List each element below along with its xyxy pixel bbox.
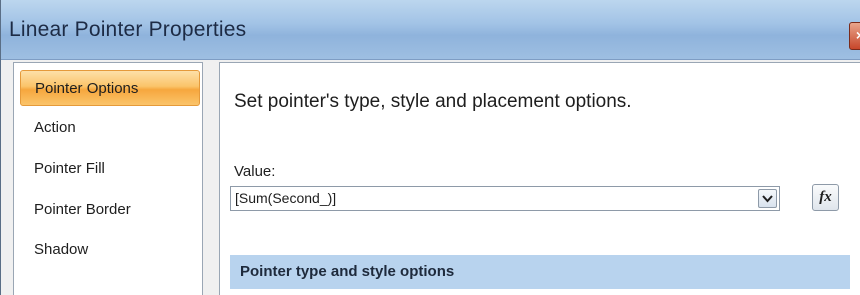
sidebar-item-pointer-options[interactable]: Pointer Options	[20, 70, 200, 106]
sidebar-item-label: Pointer Border	[34, 201, 131, 218]
sidebar-item-pointer-fill[interactable]: Pointer Fill	[20, 151, 200, 187]
sidebar-item-action[interactable]: Action	[20, 110, 200, 146]
value-combobox[interactable]: [Sum(Second_)]	[230, 186, 780, 211]
fx-icon: fx	[819, 189, 832, 205]
title-bar[interactable]: Linear Pointer Properties ×	[1, 0, 860, 60]
sidebar-item-label: Pointer Fill	[34, 160, 105, 177]
value-label: Value:	[234, 163, 276, 180]
expression-button[interactable]: fx	[812, 184, 839, 211]
sidebar-item-label: Pointer Options	[35, 80, 139, 97]
close-icon: ×	[856, 27, 860, 43]
page-heading: Set pointer's type, style and placement …	[234, 91, 632, 112]
sidebar-item-label: Shadow	[34, 241, 89, 258]
main-panel: Set pointer's type, style and placement …	[219, 62, 860, 295]
dropdown-button[interactable]	[758, 189, 777, 208]
sidebar: Pointer Options Action Pointer Fill Poin…	[13, 62, 203, 295]
sidebar-item-shadow[interactable]: Shadow	[20, 232, 200, 268]
close-button[interactable]: ×	[849, 22, 860, 50]
section-header-label: Pointer type and style options	[240, 263, 455, 280]
section-header: Pointer type and style options	[230, 255, 850, 289]
chevron-down-icon	[762, 195, 773, 203]
dialog-window: Linear Pointer Properties × Pointer Opti…	[0, 0, 860, 295]
sidebar-item-pointer-border[interactable]: Pointer Border	[20, 192, 200, 228]
sidebar-item-label: Action	[34, 119, 76, 136]
value-field-text[interactable]: [Sum(Second_)]	[235, 190, 336, 206]
dialog-title: Linear Pointer Properties	[9, 18, 247, 41]
